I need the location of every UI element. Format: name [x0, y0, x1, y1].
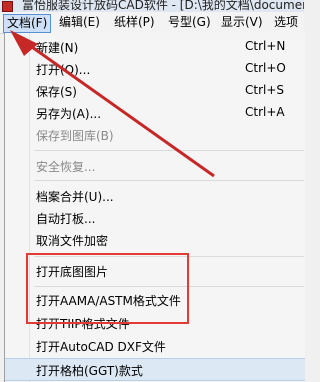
menu-item-save[interactable]: 保存(S) Ctrl+S — [5, 80, 305, 101]
menu-separator — [34, 150, 304, 151]
menu-item-save-as[interactable]: 另存为(A)... Ctrl+A — [5, 102, 305, 123]
menu-item-safe-recovery: 安全恢复... — [5, 155, 305, 176]
menu-item-label: 打开(O)... — [36, 63, 91, 77]
menu-item-label: 保存到图库(B) — [36, 129, 114, 143]
menu-item-label: 自动打板... — [36, 212, 96, 226]
menu-item-remove-encryption[interactable]: 取消文件加密 — [5, 229, 305, 250]
file-menu-dropdown: 新建(N) Ctrl+N 打开(O)... Ctrl+O 保存(S) Ctrl+… — [4, 33, 305, 382]
menu-item-save-to-library: 保存到图库(B) — [5, 124, 305, 145]
menu-options[interactable]: 选项 — [271, 14, 301, 31]
highlight-box — [26, 253, 189, 324]
shortcut-label: Ctrl+A — [245, 105, 285, 119]
menu-separator — [34, 180, 304, 181]
menu-item-label: 保存(S) — [36, 85, 77, 99]
shortcut-label: Ctrl+S — [245, 83, 285, 97]
window-titlebar: 富怡服装设计放码CAD软件 - [D:\我的文档\documents — [0, 0, 304, 12]
menu-edit[interactable]: 编辑(E) — [56, 14, 103, 31]
menu-item-label: 打开AutoCAD DXF文件 — [36, 340, 166, 354]
menu-view[interactable]: 显示(V) — [218, 14, 266, 31]
menu-item-label: 安全恢复... — [36, 160, 96, 174]
menu-item-open-autocad-dxf[interactable]: 打开AutoCAD DXF文件 — [5, 335, 305, 356]
menu-item-label: 新建(N) — [36, 41, 79, 55]
menu-item-merge-files[interactable]: 档案合并(U)... — [5, 185, 305, 206]
shortcut-label: Ctrl+N — [245, 39, 286, 53]
app-icon — [2, 1, 13, 12]
menu-size[interactable]: 号型(G) — [165, 14, 214, 31]
window-title: 富怡服装设计放码CAD软件 - [D:\我的文档\documents — [22, 0, 304, 12]
menu-item-label: 打开格柏(GGT)款式 — [36, 364, 143, 378]
menu-item-label: 档案合并(U)... — [36, 190, 114, 204]
menu-pattern[interactable]: 纸样(P) — [111, 14, 158, 31]
menu-file[interactable]: 文档(F) — [3, 14, 52, 33]
menu-item-label: 另存为(A)... — [36, 107, 102, 121]
menu-item-label: 取消文件加密 — [36, 234, 109, 248]
menu-item-auto-pattern[interactable]: 自动打板... — [5, 207, 305, 228]
menu-item-new[interactable]: 新建(N) Ctrl+N — [5, 36, 305, 57]
shortcut-label: Ctrl+O — [245, 61, 286, 75]
menu-item-open[interactable]: 打开(O)... Ctrl+O — [5, 58, 305, 79]
menu-item-open-gerber-ggt[interactable]: 打开格柏(GGT)款式 — [5, 358, 305, 381]
menubar: 文档(F) 编辑(E) 纸样(P) 号型(G) 显示(V) 选项 — [0, 12, 304, 34]
